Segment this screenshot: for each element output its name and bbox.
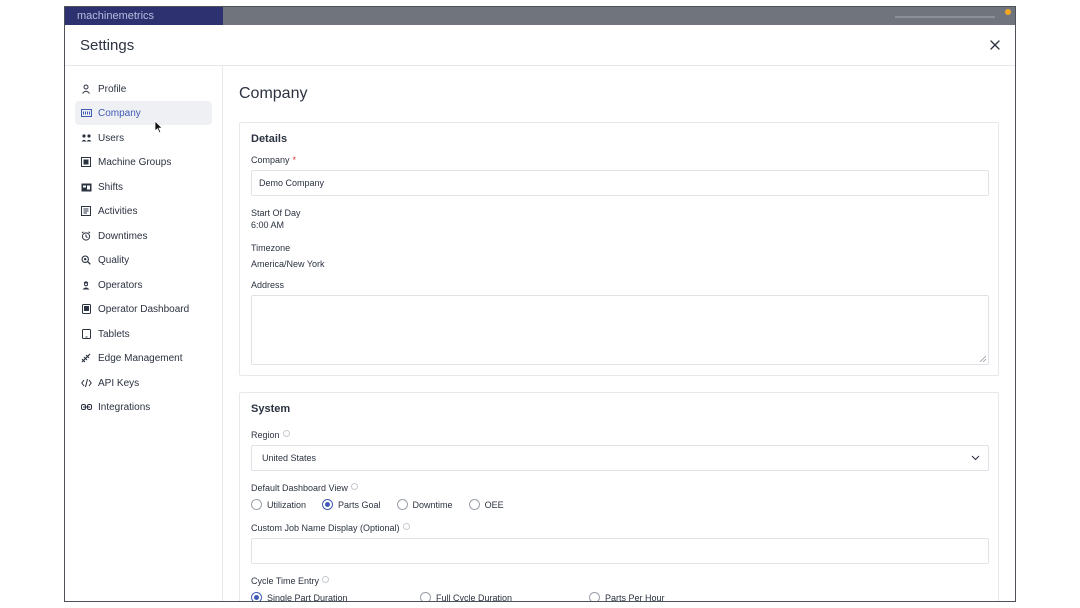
sidebar-item-label: Company bbox=[98, 107, 141, 119]
modal-header: Settings bbox=[65, 25, 1015, 66]
address-label: Address bbox=[251, 280, 285, 290]
page-title: Company bbox=[239, 85, 308, 102]
radio-oee[interactable]: OEE bbox=[468, 499, 504, 510]
radio-utilization[interactable]: Utilization bbox=[251, 499, 306, 510]
close-button[interactable] bbox=[987, 37, 1003, 53]
machine-groups-icon bbox=[80, 156, 92, 168]
person-icon bbox=[80, 83, 92, 95]
radio-circle bbox=[396, 499, 408, 510]
radio-downtime[interactable]: Downtime bbox=[396, 499, 453, 510]
sidebar-item-shifts[interactable]: Shifts bbox=[75, 175, 212, 199]
radio-single-part-duration[interactable]: Single Part Duration bbox=[251, 592, 404, 601]
sidebar-item-users[interactable]: Users bbox=[75, 126, 212, 150]
address-textarea[interactable] bbox=[251, 295, 989, 365]
radio-circle bbox=[589, 592, 600, 601]
tablet-icon bbox=[80, 303, 92, 315]
start-of-day-label: Start Of Day bbox=[251, 208, 301, 218]
sidebar-item-label: Operator Dashboard bbox=[98, 303, 190, 315]
system-card: System Region United States Default Dash… bbox=[239, 392, 999, 601]
radio-circle bbox=[251, 499, 262, 510]
operator-icon bbox=[80, 279, 92, 291]
start-of-day-value: 6:00 AM bbox=[251, 220, 285, 230]
sidebar-item-operator-dashboard[interactable]: Operator Dashboard bbox=[75, 297, 212, 321]
info-icon[interactable] bbox=[402, 523, 410, 530]
custom-job-input[interactable] bbox=[251, 538, 989, 564]
radio-circle bbox=[468, 499, 480, 510]
integrations-icon bbox=[80, 401, 92, 413]
sidebar-item-label: Activities bbox=[98, 205, 138, 217]
sidebar-item-machine-groups[interactable]: Machine Groups bbox=[75, 150, 212, 174]
sidebar-item-company[interactable]: Company bbox=[75, 101, 212, 125]
radio-circle-checked bbox=[251, 592, 262, 601]
info-icon[interactable] bbox=[282, 430, 290, 437]
settings-sidebar: Profile Company Users Machine Groups Shi… bbox=[65, 66, 223, 601]
chevron-down-icon bbox=[971, 455, 980, 461]
sidebar-item-label: Quality bbox=[98, 254, 130, 266]
system-title: System bbox=[251, 403, 291, 415]
company-icon bbox=[80, 107, 92, 119]
sidebar-item-tablets[interactable]: Tablets bbox=[75, 322, 212, 346]
required-mark: * bbox=[292, 155, 297, 165]
radio-parts-goal[interactable]: Parts Goal bbox=[322, 499, 381, 510]
sidebar-item-operators[interactable]: Operators bbox=[75, 273, 212, 297]
sidebar-item-api-keys[interactable]: API Keys bbox=[75, 371, 212, 395]
sidebar-item-downtimes[interactable]: Downtimes bbox=[75, 224, 212, 248]
users-icon bbox=[80, 132, 92, 144]
sidebar-item-edge-management[interactable]: Edge Management bbox=[75, 346, 212, 370]
details-title: Details bbox=[251, 133, 288, 145]
radio-full-cycle-duration[interactable]: Full Cycle Duration bbox=[420, 592, 573, 601]
modal-title: Settings bbox=[80, 37, 135, 54]
app-header-bar bbox=[895, 16, 995, 18]
sidebar-item-label: Profile bbox=[98, 83, 127, 95]
info-icon[interactable] bbox=[322, 576, 330, 583]
timezone-value: America/New York bbox=[251, 259, 325, 269]
company-label: Company * bbox=[251, 155, 297, 165]
region-select[interactable]: United States bbox=[251, 445, 989, 471]
sidebar-item-integrations[interactable]: Integrations bbox=[75, 395, 212, 419]
details-card: Details Company * Demo Company Start Of D… bbox=[239, 122, 999, 376]
app-logo: machinemetrics bbox=[77, 10, 155, 22]
dashboard-view-label: Default Dashboard View bbox=[251, 483, 358, 493]
sidebar-item-label: API Keys bbox=[98, 377, 140, 389]
resize-handle-icon[interactable] bbox=[980, 356, 986, 362]
magnifier-icon bbox=[80, 254, 92, 266]
sidebar-item-label: Machine Groups bbox=[98, 156, 172, 168]
notification-dot bbox=[1005, 9, 1011, 15]
cycle-time-label: Cycle Time Entry bbox=[251, 576, 330, 586]
app-header: machinemetrics bbox=[65, 7, 223, 27]
radio-parts-per-hour[interactable]: Parts Per Hour bbox=[589, 592, 665, 601]
info-icon[interactable] bbox=[350, 483, 358, 490]
region-label: Region bbox=[251, 430, 290, 440]
radio-circle-checked bbox=[322, 499, 334, 510]
code-icon bbox=[80, 377, 92, 389]
cycle-time-radios: Single Part Duration Full Cycle Duration… bbox=[251, 592, 681, 601]
company-input[interactable]: Demo Company bbox=[251, 170, 989, 196]
sidebar-item-label: Tablets bbox=[98, 328, 130, 340]
settings-content: Company Details Company * Demo Company St… bbox=[223, 66, 1015, 601]
settings-modal: Settings Profile Company Users Machine G… bbox=[65, 25, 1015, 601]
sidebar-item-activities[interactable]: Activities bbox=[75, 199, 212, 223]
sidebar-item-label: Users bbox=[98, 132, 125, 144]
radio-circle bbox=[420, 592, 431, 601]
sidebar-item-label: Integrations bbox=[98, 401, 151, 413]
sidebar-item-label: Downtimes bbox=[98, 230, 148, 242]
shifts-icon bbox=[80, 181, 92, 193]
sidebar-item-profile[interactable]: Profile bbox=[75, 77, 212, 101]
mouse-cursor-icon bbox=[154, 120, 164, 134]
close-icon bbox=[990, 40, 1000, 50]
custom-job-label: Custom Job Name Display (Optional) bbox=[251, 523, 410, 533]
activities-icon bbox=[80, 205, 92, 217]
alarm-clock-icon bbox=[80, 230, 92, 242]
dashboard-view-radios: Utilization Parts Goal Downtime OEE bbox=[251, 499, 520, 510]
sidebar-item-quality[interactable]: Quality bbox=[75, 248, 212, 272]
sidebar-item-label: Shifts bbox=[98, 181, 124, 193]
edge-icon bbox=[80, 352, 92, 364]
sidebar-item-label: Operators bbox=[98, 279, 143, 291]
sidebar-item-label: Edge Management bbox=[98, 352, 183, 364]
timezone-label: Timezone bbox=[251, 243, 291, 253]
tablets-icon bbox=[80, 328, 92, 340]
